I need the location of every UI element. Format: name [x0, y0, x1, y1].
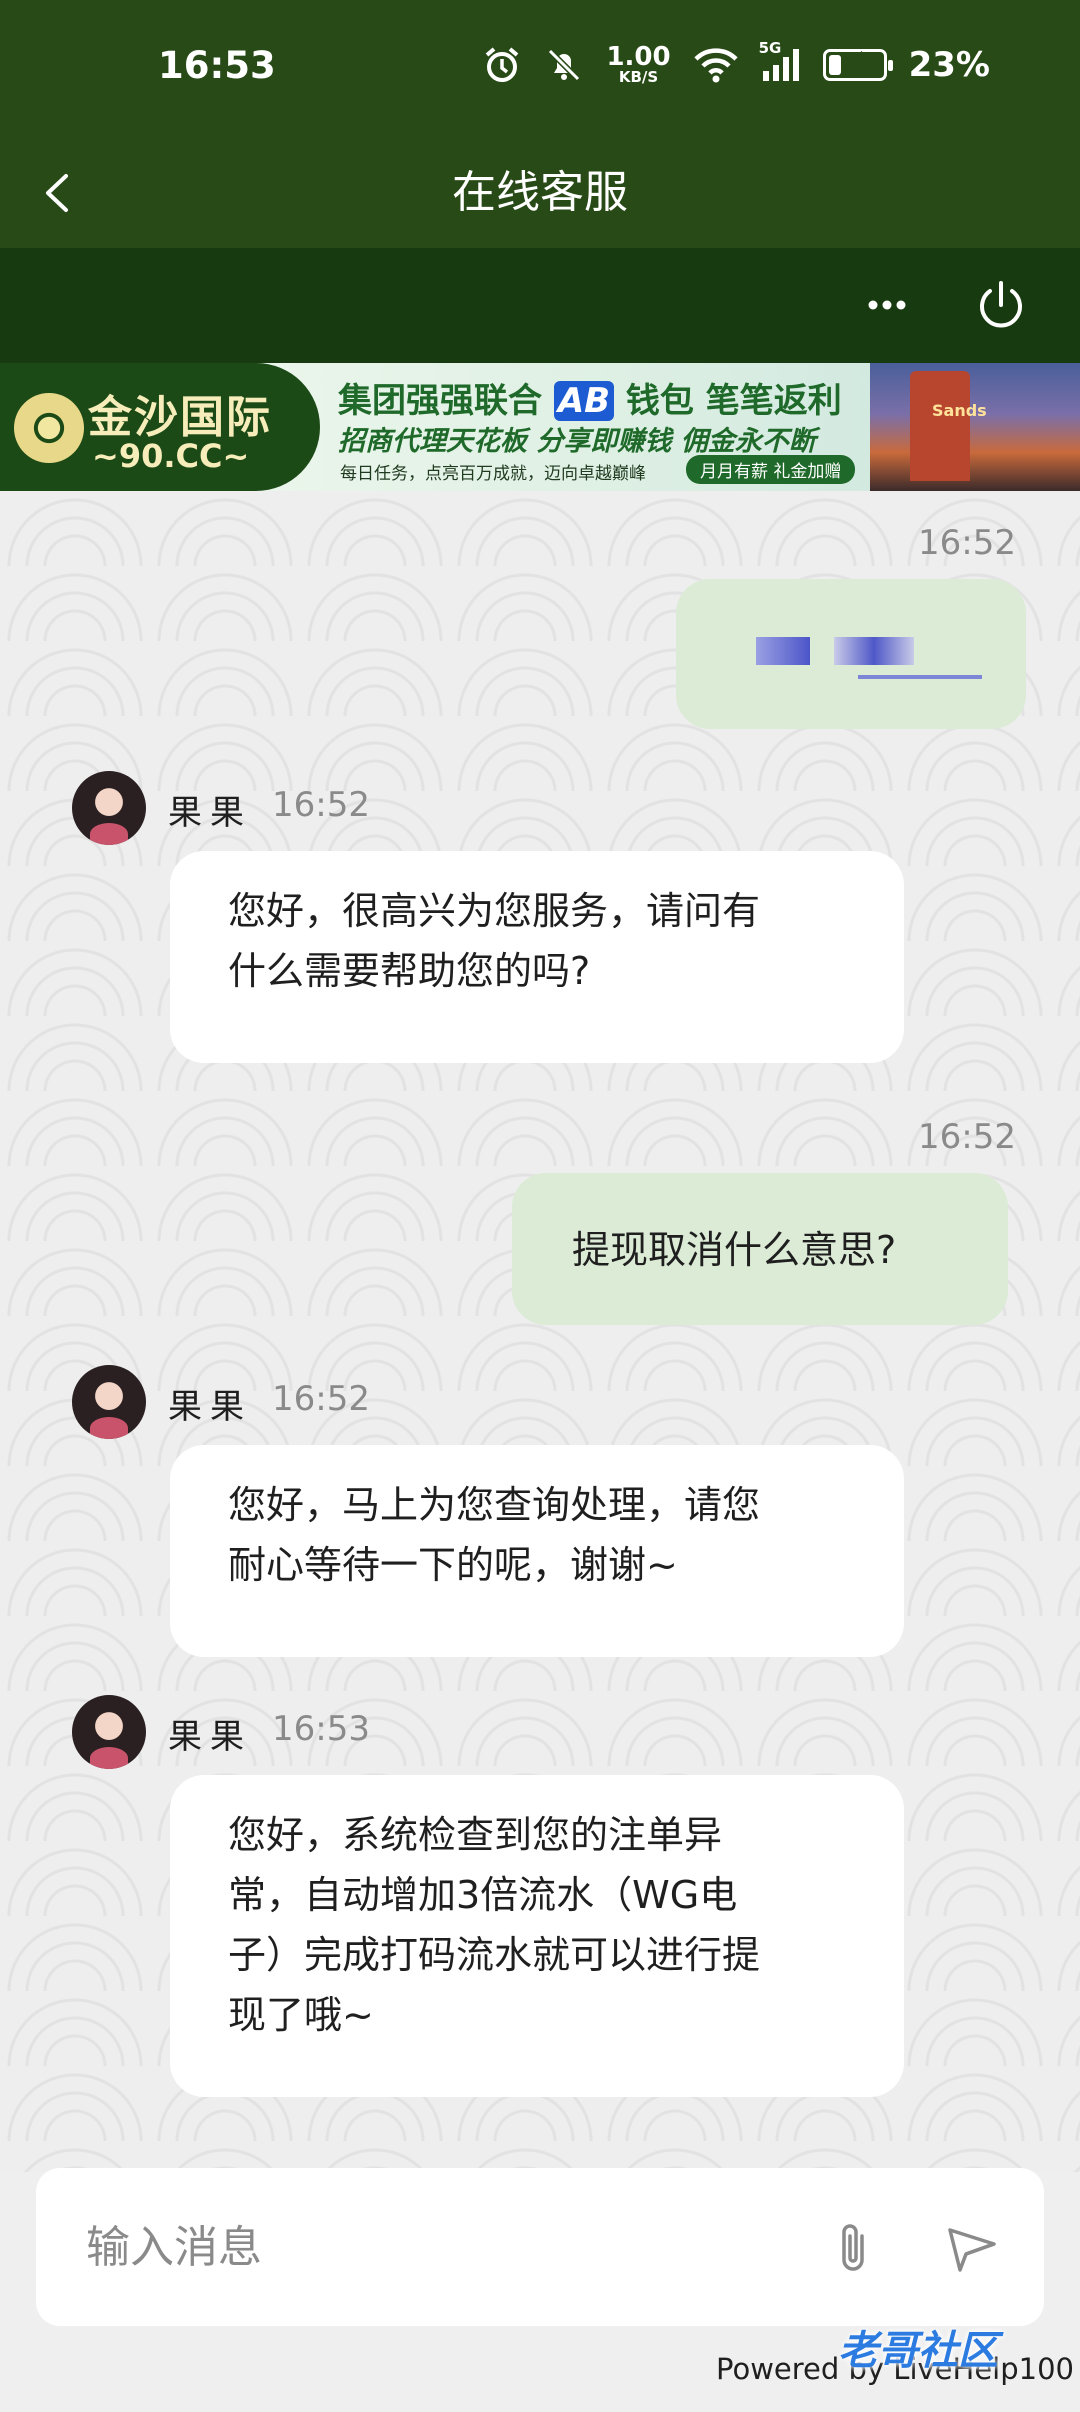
banner-small-text: 每日任务，点亮百万成就，迈向卓越巅峰: [340, 464, 646, 484]
status-icons: 1.00 KB/S 5G ⚡ 23%: [482, 39, 990, 85]
chat-toolbar: [0, 248, 1080, 363]
avatar[interactable]: [72, 1695, 146, 1769]
status-bar: 16:53 1.00 KB/S 5G ⚡ 23%: [0, 0, 1080, 138]
network-speed-unit: KB/S: [618, 68, 659, 86]
incoming-message[interactable]: 您好，很高兴为您服务，请问有 什么需要帮助您的吗?: [170, 851, 904, 1063]
banner-photo-sign: Sands: [932, 401, 987, 420]
attach-button[interactable]: [818, 2212, 888, 2282]
message-line: 现了哦~: [228, 1993, 374, 2037]
banner-pill: 月月有薪 礼金加赠: [686, 455, 856, 484]
end-chat-button[interactable]: [966, 270, 1036, 340]
battery-fill: [828, 54, 841, 75]
battery-percent: 23%: [908, 44, 990, 85]
incoming-message[interactable]: 您好，马上为您查询处理，请您 耐心等待一下的呢，谢谢~: [170, 1445, 904, 1657]
battery-charging-icon: ⚡: [822, 45, 893, 81]
send-button[interactable]: [936, 2212, 1006, 2282]
message-line: 子）完成打码流水就可以进行提: [228, 1933, 761, 1977]
sunburst-icon: [14, 393, 84, 463]
banner-headline: 集团强强联合 AB 钱包 笔笔返利: [338, 373, 842, 422]
more-horizontal-icon: [868, 300, 906, 310]
message-line: 您好，马上为您查询处理，请您: [228, 1483, 761, 1527]
banner-subline: 招商代理天花板 分享即赚钱 佣金永不断: [338, 426, 816, 457]
network-speed-value: 1.00: [606, 42, 671, 72]
message-line: 什么需要帮助您的吗?: [228, 949, 591, 993]
send-icon: [948, 2228, 996, 2272]
signal-icon: 5G: [759, 39, 801, 83]
banner-headline-ab: AB: [553, 381, 615, 421]
agent-name: 果果: [168, 793, 252, 833]
banner-building: [910, 371, 970, 481]
redacted-underline: [858, 675, 982, 679]
paperclip-icon: [842, 2224, 864, 2271]
chat-messages[interactable]: 16:52 果果 16:52 您好，很高兴为您服务，请问有 什么需要帮助您的吗?…: [0, 491, 1080, 2172]
banner-brand-name: 金沙国际: [88, 392, 272, 443]
message-text: 提现取消什么意思?: [572, 1228, 897, 1272]
avatar[interactable]: [72, 1365, 146, 1439]
wifi-icon: [693, 47, 739, 83]
alarm-icon: [482, 45, 522, 85]
outgoing-message-redacted[interactable]: [676, 579, 1026, 729]
message-time: 16:52: [918, 523, 1016, 563]
message-time: 16:52: [272, 1379, 370, 1419]
message-line: 您好，很高兴为您服务，请问有: [228, 889, 761, 933]
banner-headline-prefix: 集团强强联合: [338, 381, 542, 421]
redacted-block: [834, 637, 914, 665]
message-time: 16:52: [272, 785, 370, 825]
message-composer: [36, 2168, 1044, 2326]
signal-label: 5G: [758, 38, 782, 57]
power-icon: [980, 281, 1022, 328]
banner-photo: Sands: [870, 363, 1080, 491]
header: 在线客服: [0, 138, 1080, 248]
incoming-message[interactable]: 您好，系统检查到您的注单异 常，自动增加3倍流水（WG电 子）完成打码流水就可以…: [170, 1775, 904, 2097]
banner-brand-domain: ~90.CC~: [92, 437, 250, 475]
banner-logo: 金沙国际 ~90.CC~: [0, 363, 320, 491]
bell-off-icon: [544, 45, 584, 85]
message-time: 16:53: [272, 1709, 370, 1749]
message-line: 常，自动增加3倍流水（WG电: [228, 1873, 738, 1917]
banner-headline-suffix: 钱包 笔笔返利: [625, 381, 842, 421]
watermark: 老哥社区: [838, 2328, 998, 2374]
page-title: 在线客服: [452, 167, 628, 218]
agent-name: 果果: [168, 1387, 252, 1427]
message-line: 您好，系统检查到您的注单异: [228, 1813, 723, 1857]
redacted-block: [756, 637, 810, 665]
bolt-icon: ⚡: [843, 45, 865, 81]
message-time: 16:52: [918, 1117, 1016, 1157]
more-button[interactable]: [852, 270, 922, 340]
avatar[interactable]: [72, 771, 146, 845]
network-speed: 1.00 KB/S: [606, 44, 670, 85]
agent-name: 果果: [168, 1717, 252, 1757]
status-time: 16:53: [158, 44, 276, 87]
message-line: 耐心等待一下的呢，谢谢~: [228, 1543, 678, 1587]
outgoing-message[interactable]: 提现取消什么意思?: [512, 1173, 1008, 1325]
promo-banner[interactable]: 金沙国际 ~90.CC~ 集团强强联合 AB 钱包 笔笔返利 招商代理天花板 分…: [0, 363, 1080, 491]
message-input[interactable]: [86, 2212, 786, 2282]
